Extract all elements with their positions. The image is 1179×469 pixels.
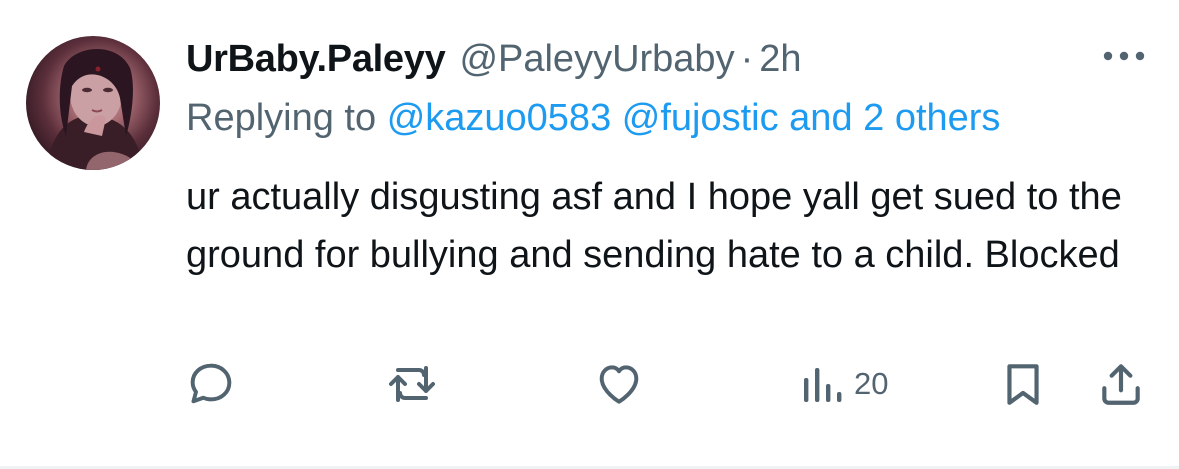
views-icon	[804, 368, 842, 402]
retweet-icon	[389, 366, 435, 402]
display-name[interactable]: UrBaby.Paleyy	[186, 36, 446, 82]
views-count: 20	[854, 366, 889, 401]
reply-button[interactable]	[186, 358, 236, 410]
mention-link[interactable]: @kazuo0583	[387, 97, 612, 139]
more-icon	[1103, 51, 1145, 61]
more-button[interactable]	[1098, 40, 1150, 72]
views-button[interactable]: 20	[800, 358, 888, 410]
retweet-button[interactable]	[386, 358, 438, 410]
avatar[interactable]	[26, 36, 160, 170]
reply-icon	[190, 363, 232, 404]
separator-dot: ·	[740, 38, 754, 80]
tweet-text: ur actually disgusting asf and I hope ya…	[186, 176, 1122, 276]
mention-others-link[interactable]: and 2 others	[789, 97, 1000, 139]
like-button[interactable]	[594, 358, 644, 410]
avatar-image	[46, 49, 144, 170]
timestamp[interactable]: 2h	[759, 36, 801, 82]
bookmark-button[interactable]	[998, 358, 1048, 410]
bookmark-icon	[1007, 364, 1039, 405]
share-button[interactable]	[1096, 358, 1146, 410]
mention-link[interactable]: @fujostic	[622, 97, 779, 139]
replying-to-label: Replying to	[186, 97, 377, 139]
tweet: UrBaby.Paleyy @PaleyyUrbaby · 2h Replyin…	[0, 0, 1179, 469]
like-icon	[599, 365, 639, 404]
share-icon	[1102, 364, 1140, 405]
replying-to-line: Replying to @kazuo0583 @fujostic and 2 o…	[186, 95, 1000, 141]
user-handle[interactable]: @PaleyyUrbaby	[459, 36, 734, 82]
tweet-header: UrBaby.Paleyy @PaleyyUrbaby · 2h	[186, 36, 802, 82]
